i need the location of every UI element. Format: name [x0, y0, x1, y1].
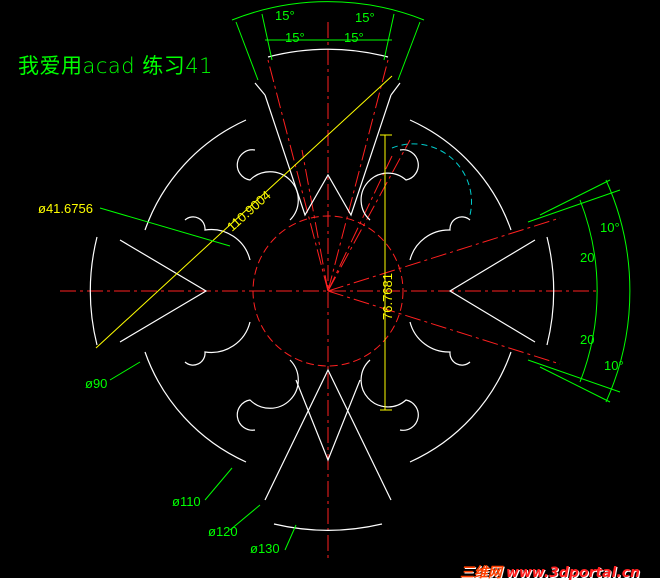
diag-length-label: 110.9004	[224, 187, 274, 234]
cyan-arc	[391, 143, 473, 216]
watermark-cn: 三维网	[459, 565, 502, 581]
dia-41-label: ø41.6756	[38, 201, 93, 216]
dimension-lines	[95, 75, 393, 411]
angle-15-top-left: 15°	[275, 8, 295, 23]
angle-15-mid-right: 15°	[344, 30, 364, 45]
watermark: 三维网 www.3dportal.cn	[460, 562, 640, 582]
vert-length-label: 76.7681	[380, 273, 395, 320]
drawing-title: 我爱用acad 练习41	[18, 54, 214, 78]
angle-20-lower: 20	[580, 332, 594, 347]
angle-10-upper: 10°	[600, 220, 620, 235]
angle-20-upper: 20	[580, 250, 594, 265]
dia-120-label: ø120	[208, 524, 238, 539]
center-lines	[60, 22, 600, 562]
dia-90-label: ø90	[85, 376, 107, 391]
angle-15-top-right: 15°	[355, 10, 375, 25]
angle-15-mid-left: 15°	[285, 30, 305, 45]
angle-10-lower: 10°	[604, 358, 624, 373]
cad-drawing: 15° 15° 15° 15° 10° 20 20 10° 110.9004 7…	[38, 1, 631, 562]
dia-110-label: ø110	[172, 494, 201, 509]
watermark-url: www.3dportal.cn	[505, 565, 640, 581]
dia-130-label: ø130	[250, 541, 280, 556]
